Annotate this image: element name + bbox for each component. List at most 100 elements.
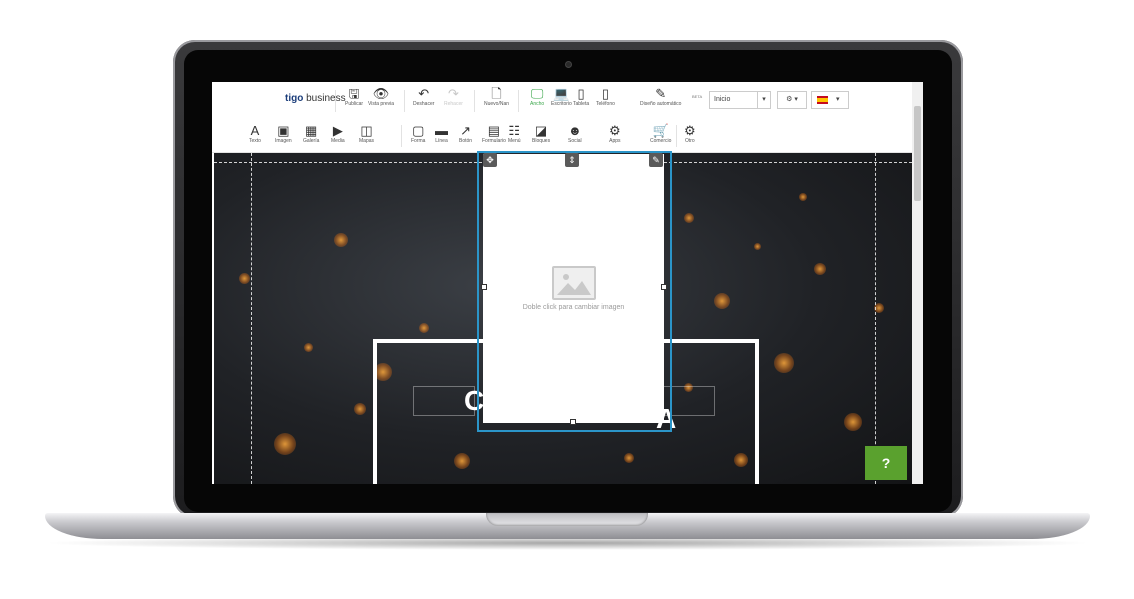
apps-icon: ⚙ <box>609 123 621 138</box>
insert-label: Botón <box>459 138 473 144</box>
magic-wand-icon: ✎ <box>655 86 667 101</box>
bokeh-light <box>354 403 366 415</box>
toolbar-label: Escritorio <box>551 101 572 107</box>
insert-apps-button[interactable]: ⚙ Apps <box>609 124 621 145</box>
bokeh-light <box>419 323 429 333</box>
toolbar-new-page-button[interactable]: 🗋 Nuevo/Nan <box>484 87 509 108</box>
tablet-icon: ▯ <box>577 86 585 101</box>
insert-elements-toolbar: A Texto ▣ Imagen ▦ Galería ▶ Media ◫ Mapas ▢ Forma ▬… <box>212 119 912 153</box>
insert-blocks-button[interactable]: ◪ Bloques <box>532 124 550 145</box>
eye-icon: 👁 <box>372 86 390 101</box>
undo-icon: ↶ <box>418 86 430 101</box>
bokeh-light <box>844 413 862 431</box>
help-button[interactable]: ? <box>865 446 907 480</box>
insert-label: Social <box>568 138 582 144</box>
scrollbar-thumb[interactable] <box>914 106 921 201</box>
insert-other-button[interactable]: ⚙ Otro <box>684 124 696 145</box>
insert-line-button[interactable]: ▬ Línea <box>435 124 448 145</box>
other-icon: ⚙ <box>684 123 696 138</box>
bokeh-light <box>754 243 761 250</box>
button-icon: ↗ <box>460 123 471 138</box>
save-icon: 🖫 <box>348 86 360 101</box>
image-icon: ▣ <box>277 123 290 138</box>
page-select-value: Inicio <box>714 96 731 103</box>
bokeh-light <box>799 193 807 201</box>
resize-handle-right[interactable] <box>661 284 667 290</box>
laptop-opening-notch <box>486 513 648 526</box>
page-select[interactable]: Inicio <box>709 91 761 109</box>
insert-label: Bloques <box>532 138 551 144</box>
toolbar-magic-wand-button[interactable]: ✎ Diseño automático <box>640 87 681 108</box>
insert-label: Apps <box>609 138 621 144</box>
bokeh-light <box>684 213 694 223</box>
toolbar-laptop-button[interactable]: 💻 Escritorio <box>551 87 572 108</box>
insert-button-button[interactable]: ↗ Botón <box>459 124 472 145</box>
bokeh-light <box>239 273 250 284</box>
spain-flag-icon <box>817 96 828 104</box>
insert-label: Formulario <box>482 138 506 144</box>
layout-guide-left <box>251 153 252 484</box>
toolbar-phone-button[interactable]: ▯ Teléfono <box>596 87 615 108</box>
webcam <box>565 61 572 68</box>
insert-label: Forma <box>411 138 426 144</box>
gallery-icon: ▦ <box>305 123 318 138</box>
insert-image-button[interactable]: ▣ Imagen <box>275 124 292 145</box>
insert-menu-button[interactable]: ☷ Menú <box>508 124 521 145</box>
insert-text-button[interactable]: A Texto <box>249 124 261 145</box>
vertical-resize-handle-icon[interactable]: ⇕ <box>565 153 579 167</box>
insert-gallery-button[interactable]: ▦ Galería <box>303 124 319 145</box>
social-icon: ☻ <box>568 123 582 138</box>
bokeh-light <box>814 263 826 275</box>
menu-icon: ☷ <box>508 123 521 138</box>
insert-map-button[interactable]: ◫ Mapas <box>359 124 374 145</box>
insert-label: Línea <box>435 138 448 144</box>
toolbar-label: Deshacer <box>413 101 435 107</box>
insert-cart-button[interactable]: 🛒 Comercio <box>650 124 671 145</box>
redo-icon: ↷ <box>448 86 459 101</box>
insert-label: Menú <box>508 138 521 144</box>
insert-label: Texto <box>249 138 261 144</box>
edit-pencil-icon[interactable]: ✎ <box>649 153 663 167</box>
toolbar-label: Nuevo/Nan <box>484 101 510 107</box>
resize-handle-bottom[interactable] <box>570 419 576 425</box>
toolbar-label: Publicar <box>345 101 364 107</box>
toolbar-monitor-button[interactable]: 🖵 Ancho <box>530 87 544 108</box>
insert-form-button[interactable]: ▤ Formulario <box>482 124 506 145</box>
shape-icon: ▢ <box>412 123 425 138</box>
layout-guide-right <box>875 153 876 484</box>
tigo-business-logo: tigo business <box>285 93 346 104</box>
map-icon: ◫ <box>360 123 373 138</box>
bokeh-light <box>774 353 794 373</box>
toolbar-label: Teléfono <box>596 101 615 107</box>
toolbar-redo-button[interactable]: ↷ Rehacer <box>444 87 463 108</box>
toolbar-label: Diseño automático <box>640 101 682 107</box>
toolbar-save-button[interactable]: 🖫 Publicar <box>345 87 363 108</box>
insert-label: Galería <box>303 138 320 144</box>
insert-label: Media <box>331 138 345 144</box>
bokeh-light <box>304 343 313 352</box>
insert-shape-button[interactable]: ▢ Forma <box>411 124 425 145</box>
form-icon: ▤ <box>487 123 501 138</box>
insert-label: Comercio <box>650 138 672 144</box>
toolbar-undo-button[interactable]: ↶ Deshacer <box>413 87 434 108</box>
insert-media-button[interactable]: ▶ Media <box>331 124 345 145</box>
blocks-icon: ◪ <box>534 123 548 138</box>
toolbar-label: Rehacer <box>444 101 463 107</box>
beta-badge: BETA <box>692 94 703 99</box>
page-select-caret[interactable]: ▾ <box>757 91 771 109</box>
chevron-down-icon: ▾ <box>836 96 840 103</box>
text-icon: A <box>250 123 260 138</box>
toolbar-label: Vista previa <box>368 101 395 107</box>
insert-social-button[interactable]: ☻ Social <box>568 124 582 145</box>
media-icon: ▶ <box>332 123 343 138</box>
placeholder-hint-text: Doble click para cambiar imagen <box>522 304 625 311</box>
settings-dropdown[interactable]: ⚙ ▾ <box>777 91 807 109</box>
laptop-icon: 💻 <box>553 86 570 101</box>
bokeh-light <box>714 293 730 309</box>
move-handle-icon[interactable]: ✥ <box>483 153 497 167</box>
toolbar-tablet-button[interactable]: ▯ Tableta <box>573 87 589 108</box>
toolbar-eye-button[interactable]: 👁 Vista previa <box>368 87 394 108</box>
cart-icon: 🛒 <box>652 123 669 138</box>
resize-handle-left[interactable] <box>481 284 487 290</box>
language-dropdown[interactable]: ▾ <box>811 91 849 109</box>
